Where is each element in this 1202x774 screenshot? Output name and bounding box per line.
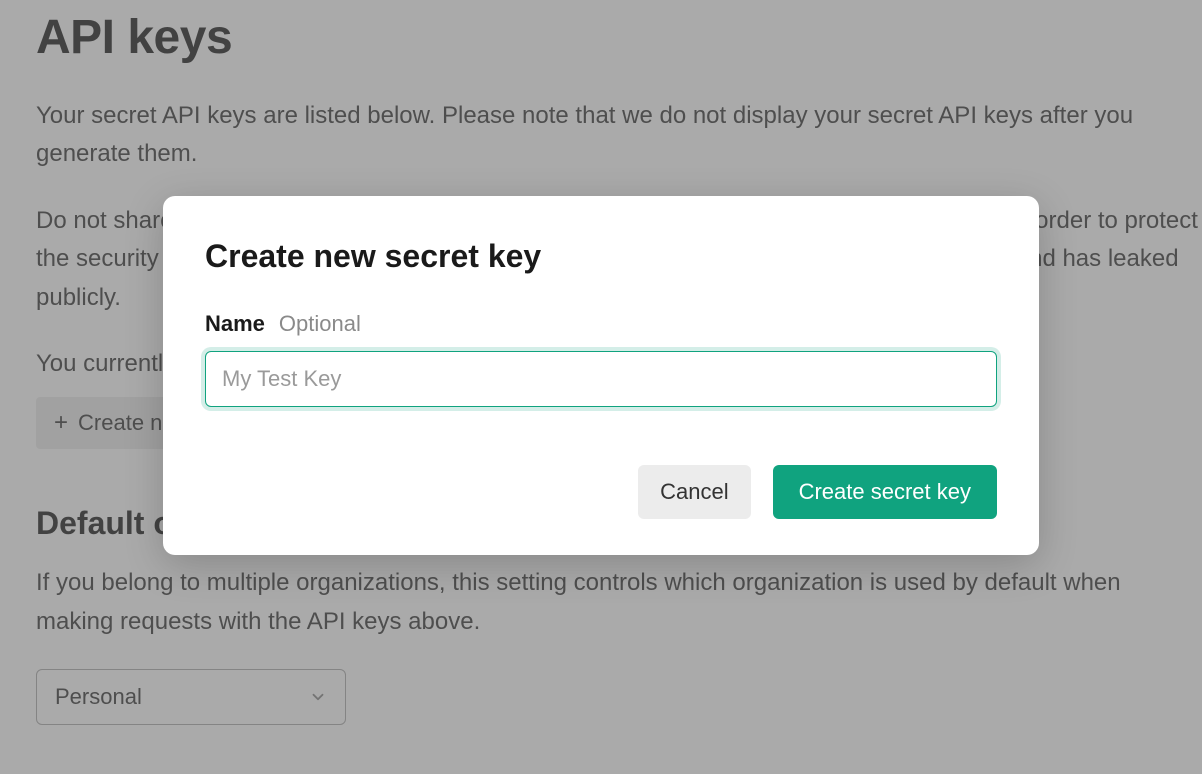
modal-actions: Cancel Create secret key [205,465,997,519]
create-secret-key-button[interactable]: Create secret key [773,465,997,519]
key-name-input[interactable] [205,351,997,407]
create-secret-key-modal: Create new secret key Name Optional Canc… [163,196,1039,555]
cancel-button[interactable]: Cancel [638,465,750,519]
field-label-row: Name Optional [205,311,997,337]
modal-overlay[interactable]: Create new secret key Name Optional Canc… [0,0,1202,774]
modal-title: Create new secret key [205,238,997,275]
name-field-label: Name [205,311,265,337]
name-field-hint: Optional [279,311,361,337]
